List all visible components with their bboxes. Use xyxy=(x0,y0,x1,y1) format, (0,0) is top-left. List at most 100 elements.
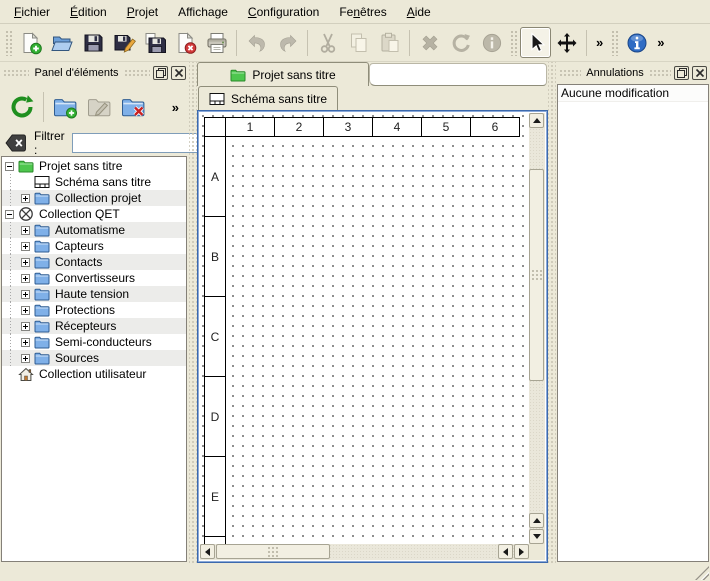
tree-item-contacts[interactable]: Contacts xyxy=(2,254,186,270)
row-header: D xyxy=(204,376,226,457)
tree-item-recepteurs[interactable]: Récepteurs xyxy=(2,318,186,334)
tree-item-convertisseurs[interactable]: Convertisseurs xyxy=(2,270,186,286)
vertical-scroll-thumb[interactable] xyxy=(529,169,544,381)
scroll-right-button[interactable] xyxy=(514,544,529,559)
scroll-up-button-2[interactable] xyxy=(529,513,544,528)
blue-folder-icon xyxy=(34,238,51,254)
toolbar-handle[interactable] xyxy=(510,30,517,56)
undo-list-item[interactable]: Aucune modification xyxy=(558,85,708,102)
undo-dock-title: Annulations xyxy=(584,67,646,79)
scroll-left-button[interactable] xyxy=(200,544,215,559)
move-mode-button[interactable] xyxy=(551,27,582,58)
collapse-minus-icon[interactable] xyxy=(5,210,14,219)
menu-fichier[interactable]: Fichier xyxy=(4,1,60,23)
clear-filter-button[interactable] xyxy=(5,134,27,152)
expand-plus-icon[interactable] xyxy=(21,258,30,267)
vertical-scrollbar[interactable] xyxy=(529,113,545,544)
delete-button[interactable] xyxy=(414,27,445,58)
collapse-minus-icon[interactable] xyxy=(5,162,14,171)
close-dock-button[interactable] xyxy=(692,66,707,80)
diagram-view[interactable]: 1 2 3 4 5 6 A B C D E xyxy=(197,110,548,563)
cut-button[interactable] xyxy=(312,27,343,58)
delete-category-button[interactable] xyxy=(116,90,150,124)
blue-folder-icon xyxy=(34,270,51,286)
tree-item-collection-qet[interactable]: Collection QET xyxy=(2,206,186,222)
rotate-button[interactable] xyxy=(445,27,476,58)
new-project-button[interactable] xyxy=(15,27,46,58)
folder-edit-icon xyxy=(86,94,112,120)
dock-title-texture[interactable] xyxy=(124,69,150,78)
tree-item-haute-tension[interactable]: Haute tension xyxy=(2,286,186,302)
undo-button[interactable] xyxy=(241,27,272,58)
float-dock-button[interactable] xyxy=(674,66,689,80)
expand-plus-icon[interactable] xyxy=(21,242,30,251)
splitter-right[interactable] xyxy=(548,62,556,563)
blue-folder-icon xyxy=(34,190,51,206)
resize-grip[interactable] xyxy=(695,566,709,580)
tree-item-sources[interactable]: Sources xyxy=(2,350,186,366)
scroll-up-button[interactable] xyxy=(529,113,544,128)
float-dock-button[interactable] xyxy=(153,66,168,80)
close-dock-button[interactable] xyxy=(171,66,186,80)
blue-folder-icon xyxy=(34,318,51,334)
menu-configuration[interactable]: Configuration xyxy=(238,1,329,23)
open-button[interactable] xyxy=(46,27,77,58)
menu-edition[interactable]: Édition xyxy=(60,1,117,23)
expand-plus-icon[interactable] xyxy=(21,306,30,315)
expand-plus-icon[interactable] xyxy=(21,290,30,299)
expand-plus-icon[interactable] xyxy=(21,338,30,347)
save-as-button[interactable] xyxy=(108,27,139,58)
print-button[interactable] xyxy=(201,27,232,58)
menu-fenetres[interactable]: Fenêtres xyxy=(329,1,396,23)
copy-button[interactable] xyxy=(343,27,374,58)
scroll-left-button-2[interactable] xyxy=(498,544,513,559)
edit-category-button[interactable] xyxy=(82,90,116,124)
tree-item-projet-sans-titre[interactable]: Projet sans titre xyxy=(2,158,186,174)
tree-item-protections[interactable]: Protections xyxy=(2,302,186,318)
toolbar-handle[interactable] xyxy=(5,30,12,56)
dock-title-texture[interactable] xyxy=(559,69,581,78)
tree-item-semi-conducteurs[interactable]: Semi-conducteurs xyxy=(2,334,186,350)
new-category-button[interactable] xyxy=(48,90,82,124)
paste-button[interactable] xyxy=(374,27,405,58)
redo-button[interactable] xyxy=(272,27,303,58)
tree-item-label: Convertisseurs xyxy=(55,271,141,285)
toolbar-overflow-chevron[interactable]: » xyxy=(652,35,669,50)
select-mode-button[interactable] xyxy=(520,27,551,58)
menu-aide[interactable]: Aide xyxy=(397,1,441,23)
expand-plus-icon[interactable] xyxy=(21,226,30,235)
horizontal-scrollbar[interactable] xyxy=(200,544,529,560)
splitter-left[interactable] xyxy=(189,62,197,563)
expand-plus-icon[interactable] xyxy=(21,322,30,331)
dock-title-texture[interactable] xyxy=(3,69,29,78)
close-file-button[interactable] xyxy=(170,27,201,58)
tree-item-collection-utilisateur[interactable]: Collection utilisateur xyxy=(2,366,186,382)
menu-affichage[interactable]: Affichage xyxy=(168,1,238,23)
tree-item-capteurs[interactable]: Capteurs xyxy=(2,238,186,254)
tree-item-automatisme[interactable]: Automatisme xyxy=(2,222,186,238)
panel-overflow-chevron[interactable]: » xyxy=(167,100,184,115)
diagram-info-button[interactable] xyxy=(476,27,507,58)
tree-item-collection-projet[interactable]: Collection projet xyxy=(2,190,186,206)
column-header: 6 xyxy=(470,117,520,137)
save-all-button[interactable] xyxy=(139,27,170,58)
status-bar xyxy=(0,563,710,581)
expand-plus-icon[interactable] xyxy=(21,274,30,283)
tab-schema-sans-titre[interactable]: Schéma sans titre xyxy=(198,86,338,110)
expand-plus-icon[interactable] xyxy=(21,194,30,203)
horizontal-scroll-thumb[interactable] xyxy=(216,544,330,559)
arrow-left-icon xyxy=(205,548,210,556)
toolbar-overflow-chevron[interactable]: » xyxy=(591,35,608,50)
toolbar-handle[interactable] xyxy=(611,30,618,56)
tab-projet-sans-titre[interactable]: Projet sans titre xyxy=(197,62,369,86)
save-button[interactable] xyxy=(77,27,108,58)
dock-title-texture[interactable] xyxy=(649,69,671,78)
undo-history-list: Aucune modification xyxy=(557,84,709,562)
tree-item-schema-sans-titre[interactable]: Schéma sans titre xyxy=(2,174,186,190)
menu-projet[interactable]: Projet xyxy=(117,1,168,23)
diagram-canvas[interactable]: 1 2 3 4 5 6 A B C D E xyxy=(200,113,529,544)
about-info-button[interactable] xyxy=(621,27,652,58)
scroll-down-button[interactable] xyxy=(529,529,544,544)
expand-plus-icon[interactable] xyxy=(21,354,30,363)
reload-collections-button[interactable] xyxy=(5,90,39,124)
